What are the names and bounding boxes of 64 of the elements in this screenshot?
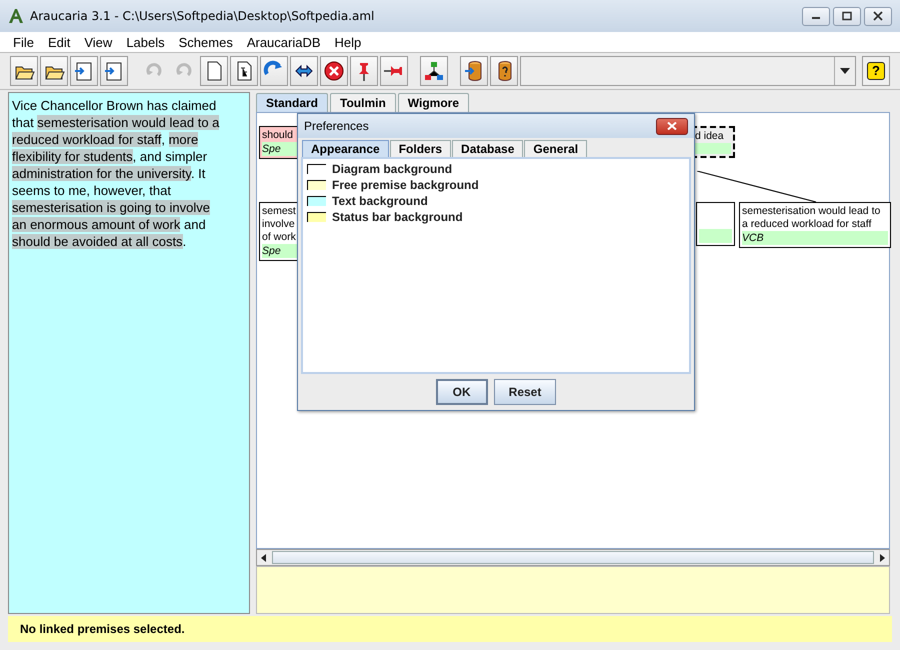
horizontal-scrollbar[interactable] [256, 549, 890, 566]
dialog-button[interactable]: Reset [494, 379, 556, 405]
tab[interactable]: Appearance [302, 140, 389, 157]
close-icon [873, 11, 883, 21]
color-label[interactable]: Text background [332, 194, 428, 208]
color-swatch[interactable] [307, 180, 326, 190]
tree-button[interactable] [420, 56, 448, 86]
menu-item[interactable]: Edit [40, 34, 78, 50]
document-arrow-button[interactable] [100, 56, 128, 86]
color-label[interactable]: Diagram background [332, 162, 452, 176]
maximize-button[interactable] [833, 6, 861, 26]
folder-arrow-button[interactable] [70, 56, 98, 86]
double-arrow-button[interactable] [290, 56, 318, 86]
tab[interactable]: Database [452, 140, 524, 157]
color-swatch[interactable] [307, 212, 326, 222]
argument-node[interactable] [696, 202, 735, 246]
node-text: should [262, 129, 293, 142]
window-title: Araucaria 3.1 - C:\Users\Softpedia\Desktop\Softpedia.aml [30, 9, 374, 23]
app-logo-icon [8, 8, 24, 24]
argument-text: Vice Chancellor Brown has claimed that semesterisation would lead to a reduced workload for staff, more flexibility for students, and simpler administration for the university. It seems to me, however, that semesterisation is going to involve an enormous amount of work and should be avoided at all costs. [12, 97, 220, 250]
scroll-left-icon[interactable] [260, 554, 268, 562]
database-arrow-button[interactable] [460, 56, 488, 86]
tab[interactable]: Wigmore [398, 93, 470, 112]
color-swatch[interactable] [307, 196, 326, 206]
tab[interactable]: Folders [390, 140, 452, 157]
tree-icon [423, 60, 445, 82]
stop-button[interactable] [320, 56, 348, 86]
node-text: semesterisation would lead to a reduced workload for staff [742, 205, 882, 231]
database-question-button[interactable] [490, 56, 518, 86]
close-button[interactable] [864, 6, 892, 26]
scroll-right-icon[interactable] [878, 554, 886, 562]
close-button[interactable] [656, 118, 688, 134]
dialog-button[interactable]: OK [436, 379, 488, 405]
color-label[interactable]: Status bar background [332, 210, 463, 224]
pushpin-button[interactable] [350, 56, 378, 86]
color-label[interactable]: Free premise background [332, 178, 479, 192]
dropdown-field[interactable] [520, 56, 856, 86]
tab[interactable]: Toulmin [330, 93, 396, 112]
pushpin-button[interactable] [380, 56, 408, 86]
tab[interactable]: Standard [256, 93, 328, 112]
node-owner-label: VCB [742, 231, 888, 245]
minimize-button[interactable] [802, 6, 830, 26]
stop-icon [323, 60, 345, 82]
help-button[interactable]: ? [862, 56, 890, 86]
document-button[interactable] [200, 56, 228, 86]
status-text: No linked premises selected. [20, 622, 185, 636]
curved-arrow-button[interactable] [260, 56, 288, 86]
open-folder-button[interactable] [10, 56, 38, 86]
node-text: semest involve of work [262, 205, 296, 244]
menu-item[interactable]: Schemes [172, 34, 240, 50]
close-icon [667, 122, 677, 130]
node-text: d idea [695, 130, 724, 143]
scrollbar-thumb[interactable] [272, 551, 874, 564]
document-tree-button[interactable] [230, 56, 258, 86]
menu-item[interactable]: View [77, 34, 120, 50]
menu-item[interactable]: Labels [119, 34, 172, 50]
open-folder-button[interactable] [40, 56, 68, 86]
menu-item[interactable]: File [6, 34, 41, 50]
maximize-icon [842, 11, 852, 21]
caret-icon [840, 68, 850, 74]
tab[interactable]: General [524, 140, 588, 157]
menu-item[interactable]: AraucariaDB [240, 34, 328, 50]
argument-node[interactable]: semesterisation would lead to a reduced workload for staff VCB [739, 202, 891, 248]
menu-item[interactable]: Help [328, 34, 368, 50]
